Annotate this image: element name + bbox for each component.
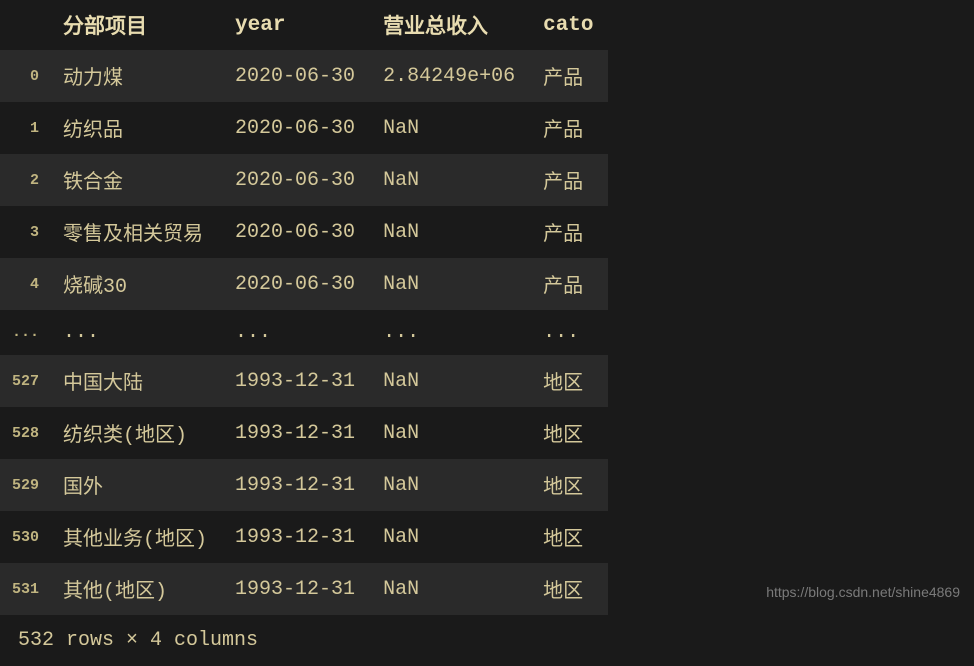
row-year-cell: 1993-12-31	[221, 459, 369, 511]
row-index-cell: 1	[0, 102, 49, 154]
row-cato-cell: 地区	[529, 459, 607, 511]
row-index-cell: 529	[0, 459, 49, 511]
row-index-cell: ...	[0, 310, 49, 355]
row-revenue-cell: NaN	[369, 154, 529, 206]
row-item-cell: 中国大陆	[49, 355, 221, 407]
row-item-cell: 其他业务(地区)	[49, 511, 221, 563]
row-index-cell: 0	[0, 50, 49, 102]
table-header-row: 分部项目 year 营业总收入 cato	[0, 0, 608, 50]
row-item-cell: 国外	[49, 459, 221, 511]
table-row: 4烧碱302020-06-30NaN产品	[0, 258, 608, 310]
row-index-cell: 528	[0, 407, 49, 459]
row-cato-cell: 地区	[529, 355, 607, 407]
header-index	[0, 0, 49, 50]
table-row: 2铁合金2020-06-30NaN产品	[0, 154, 608, 206]
row-cato-cell: 产品	[529, 102, 607, 154]
row-revenue-cell: NaN	[369, 258, 529, 310]
row-year-cell: 2020-06-30	[221, 258, 369, 310]
row-revenue-cell: NaN	[369, 102, 529, 154]
dataframe-table: 分部项目 year 营业总收入 cato 0动力煤2020-06-302.842…	[0, 0, 608, 615]
table-row: 530其他业务(地区)1993-12-31NaN地区	[0, 511, 608, 563]
table-row: 527中国大陆1993-12-31NaN地区	[0, 355, 608, 407]
row-year-cell: ...	[221, 310, 369, 355]
row-item-cell: 铁合金	[49, 154, 221, 206]
row-cato-cell: 地区	[529, 563, 607, 615]
row-year-cell: 2020-06-30	[221, 102, 369, 154]
row-index-cell: 2	[0, 154, 49, 206]
row-year-cell: 1993-12-31	[221, 511, 369, 563]
row-year-cell: 2020-06-30	[221, 50, 369, 102]
header-year: year	[221, 0, 369, 50]
row-item-cell: 纺织品	[49, 102, 221, 154]
row-year-cell: 2020-06-30	[221, 154, 369, 206]
row-year-cell: 1993-12-31	[221, 563, 369, 615]
row-revenue-cell: NaN	[369, 355, 529, 407]
table-row: ...............	[0, 310, 608, 355]
row-item-cell: 纺织类(地区)	[49, 407, 221, 459]
header-item: 分部项目	[49, 0, 221, 50]
row-revenue-cell: NaN	[369, 206, 529, 258]
table-row: 531其他(地区)1993-12-31NaN地区	[0, 563, 608, 615]
table-row: 3零售及相关贸易2020-06-30NaN产品	[0, 206, 608, 258]
row-cato-cell: 产品	[529, 206, 607, 258]
row-index-cell: 530	[0, 511, 49, 563]
row-index-cell: 4	[0, 258, 49, 310]
row-revenue-cell: NaN	[369, 563, 529, 615]
row-revenue-cell: NaN	[369, 407, 529, 459]
row-item-cell: 动力煤	[49, 50, 221, 102]
row-index-cell: 531	[0, 563, 49, 615]
table-row: 529国外1993-12-31NaN地区	[0, 459, 608, 511]
row-year-cell: 2020-06-30	[221, 206, 369, 258]
table-row: 528纺织类(地区)1993-12-31NaN地区	[0, 407, 608, 459]
row-revenue-cell: ...	[369, 310, 529, 355]
row-cato-cell: 产品	[529, 154, 607, 206]
row-revenue-cell: NaN	[369, 511, 529, 563]
row-item-cell: 烧碱30	[49, 258, 221, 310]
row-index-cell: 3	[0, 206, 49, 258]
row-revenue-cell: NaN	[369, 459, 529, 511]
dataframe-summary: 532 rows × 4 columns	[0, 615, 974, 666]
dataframe-output: 分部项目 year 营业总收入 cato 0动力煤2020-06-302.842…	[0, 0, 974, 666]
row-cato-cell: ...	[529, 310, 607, 355]
row-revenue-cell: 2.84249e+06	[369, 50, 529, 102]
row-index-cell: 527	[0, 355, 49, 407]
table-row: 1纺织品2020-06-30NaN产品	[0, 102, 608, 154]
row-item-cell: ...	[49, 310, 221, 355]
row-year-cell: 1993-12-31	[221, 355, 369, 407]
row-item-cell: 其他(地区)	[49, 563, 221, 615]
row-cato-cell: 产品	[529, 50, 607, 102]
row-cato-cell: 地区	[529, 511, 607, 563]
header-cato: cato	[529, 0, 607, 50]
watermark-text: https://blog.csdn.net/shine4869	[766, 584, 960, 600]
row-item-cell: 零售及相关贸易	[49, 206, 221, 258]
row-year-cell: 1993-12-31	[221, 407, 369, 459]
row-cato-cell: 产品	[529, 258, 607, 310]
row-cato-cell: 地区	[529, 407, 607, 459]
header-revenue: 营业总收入	[369, 0, 529, 50]
table-row: 0动力煤2020-06-302.84249e+06产品	[0, 50, 608, 102]
